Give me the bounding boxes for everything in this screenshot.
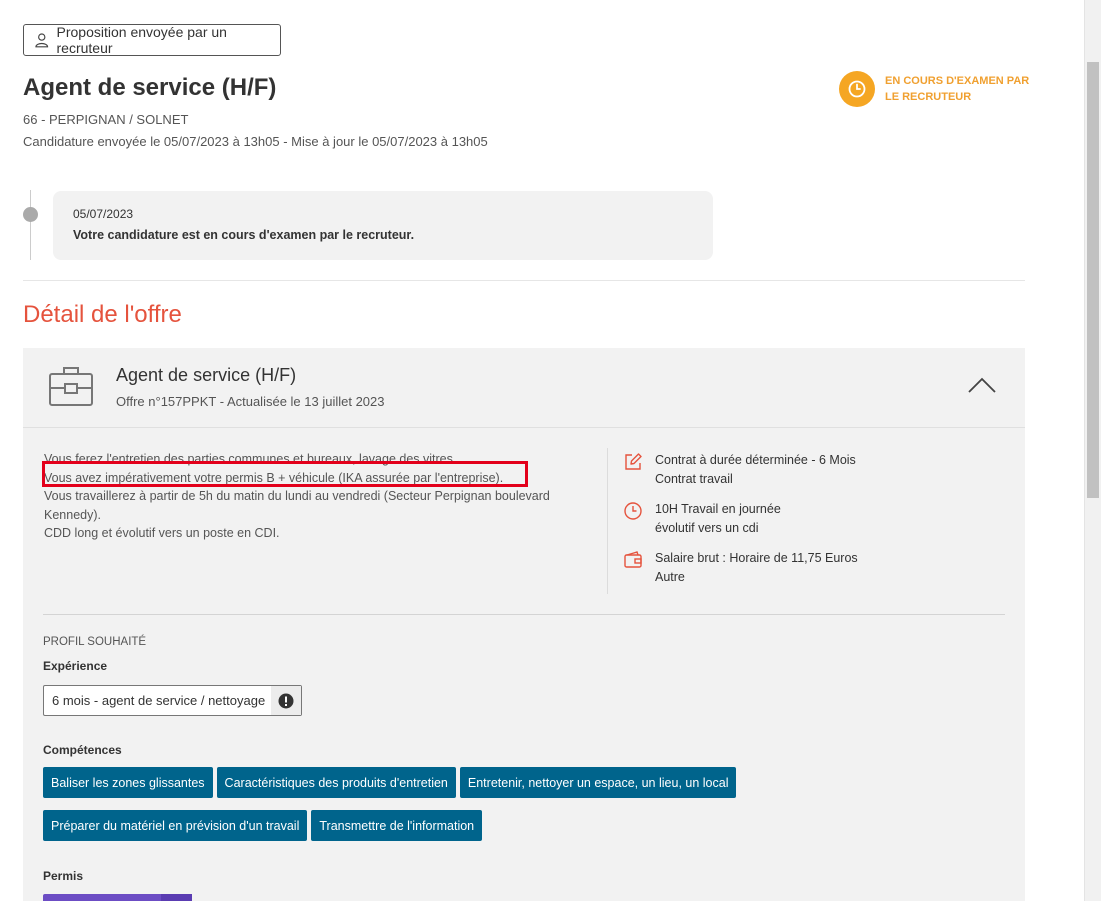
status-label: EN COURS D'EXAMEN PAR LE RECRUTEUR	[885, 75, 1030, 103]
main-content: Proposition envoyée par un recruteur Age…	[0, 0, 1084, 901]
skill-chip[interactable]: Baliser les zones glissantes	[43, 767, 213, 798]
description-line: Vous travaillerez à partir de 5h du mati…	[44, 489, 550, 522]
offer-title: Agent de service (H/F)	[116, 365, 297, 385]
skills-heading: Compétences	[43, 743, 122, 757]
contract-info: Contrat à durée déterminée - 6 Mois Cont…	[623, 451, 1003, 488]
recruiter-proposal-label: Proposition envoyée par un recruteur	[56, 24, 227, 56]
divider	[43, 614, 1005, 615]
timeline-dot	[23, 207, 38, 222]
application-status: EN COURS D'EXAMEN PAR LE RECRUTEUR	[839, 71, 1035, 107]
chevron-up-icon[interactable]	[967, 377, 997, 394]
profile-heading: PROFIL SOUHAITÉ	[43, 636, 147, 648]
section-title: Détail de l'offre	[23, 301, 182, 328]
experience-value: 6 mois - agent de service / nettoyage	[52, 693, 266, 708]
skill-chip[interactable]: Préparer du matériel en prévision d'un t…	[43, 810, 308, 841]
permis-chip[interactable]	[43, 894, 192, 901]
offer-card: Agent de service (H/F) Offre n°157PPKT -…	[23, 348, 1025, 901]
skill-chip[interactable]: Transmettre de l'information	[311, 810, 483, 841]
job-location: 66 - PERPIGNAN / SOLNET	[23, 112, 189, 127]
description-line: Vous ferez l'entretien des parties commu…	[44, 452, 457, 466]
page-title: Agent de service (H/F)	[23, 74, 277, 101]
scrollbar-thumb[interactable]	[1087, 62, 1099, 498]
vertical-divider	[607, 448, 608, 594]
vertical-scrollbar[interactable]	[1084, 0, 1101, 901]
permis-heading: Permis	[43, 869, 84, 883]
experience-heading: Expérience	[43, 659, 108, 673]
work-hours: 10H Travail en journée	[655, 502, 781, 516]
description-line: CDD long et évolutif vers un poste en CD…	[44, 526, 280, 540]
contract-type: Contrat à durée déterminée - 6 Mois	[655, 453, 856, 467]
schedule-info: 10H Travail en journée évolutif vers un …	[623, 500, 1003, 537]
offer-header[interactable]: Agent de service (H/F) Offre n°157PPKT -…	[23, 348, 1025, 428]
salary-info: Salaire brut : Horaire de 11,75 Euros Au…	[623, 549, 1003, 586]
salary-value: Salaire brut : Horaire de 11,75 Euros	[655, 551, 858, 565]
edit-icon	[625, 453, 642, 470]
offer-description: Vous ferez l'entretien des parties commu…	[44, 450, 604, 543]
permis-chip-icon	[161, 894, 192, 901]
timeline-entry: 05/07/2023 Votre candidature est en cour…	[53, 191, 713, 260]
skill-chip[interactable]: Entretenir, nettoyer un espace, un lieu,…	[459, 767, 737, 798]
application-sent-info: Candidature envoyée le 05/07/2023 à 13h0…	[23, 134, 488, 149]
work-hours-note: évolutif vers un cdi	[655, 520, 759, 535]
salary-note: Autre	[655, 569, 685, 584]
skills-list: Baliser les zones glissantes Caractérist…	[43, 767, 803, 853]
wallet-icon	[624, 551, 642, 568]
contract-nature: Contrat travail	[655, 471, 733, 486]
user-icon	[35, 33, 49, 48]
divider	[23, 280, 1025, 281]
page: Proposition envoyée par un recruteur Age…	[0, 0, 1101, 901]
timeline-message: Votre candidature est en cours d'examen …	[73, 228, 415, 242]
timeline-line	[30, 190, 31, 260]
clock-icon	[839, 71, 875, 107]
offer-info-list: Contrat à durée déterminée - 6 Mois Cont…	[623, 451, 1003, 598]
timeline-date: 05/07/2023	[73, 207, 134, 221]
description-line: Vous avez impérativement votre permis B …	[44, 470, 504, 485]
clock-icon	[624, 502, 642, 520]
experience-tag[interactable]: 6 mois - agent de service / nettoyage	[43, 685, 302, 716]
offer-reference: Offre n°157PPKT - Actualisée le 13 juill…	[116, 394, 385, 409]
briefcase-icon	[49, 367, 93, 406]
skill-chip[interactable]: Caractéristiques des produits d'entretie…	[216, 767, 456, 798]
alert-icon	[271, 686, 301, 715]
recruiter-proposal-button[interactable]: Proposition envoyée par un recruteur	[23, 24, 281, 56]
